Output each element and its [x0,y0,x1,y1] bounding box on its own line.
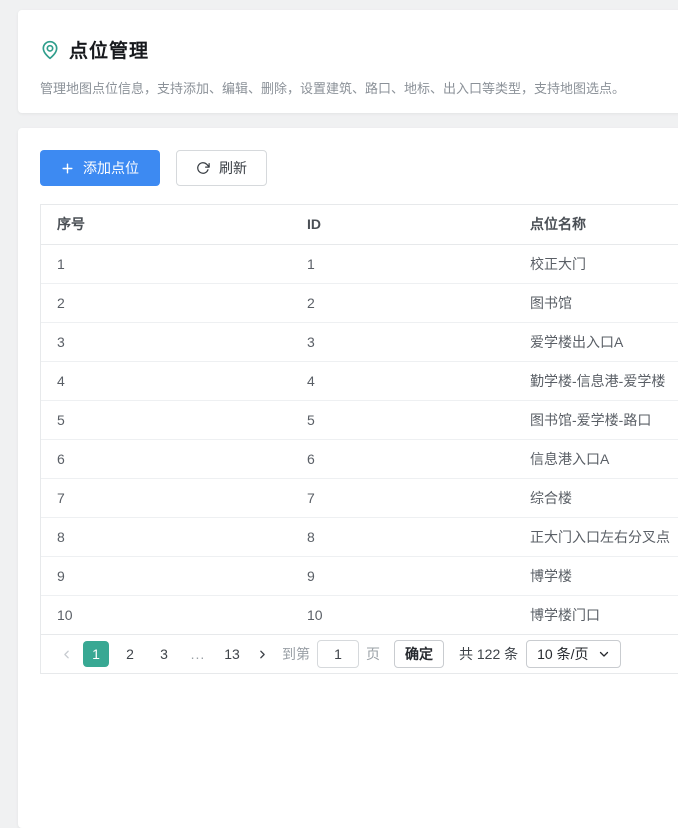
table-row: 3 3 爱学楼出入口A [41,322,678,361]
cell-index: 4 [41,361,291,400]
table-row: 4 4 勤学楼-信息港-爱学楼 [41,361,678,400]
cell-index: 1 [41,244,291,283]
cell-name: 博学楼 [514,556,678,595]
next-page-button[interactable] [249,641,275,667]
toolbar: 添加点位 刷新 [40,150,678,186]
cell-index: 6 [41,439,291,478]
cell-index: 8 [41,517,291,556]
cell-id: 4 [291,361,514,400]
cell-index: 2 [41,283,291,322]
page-subtitle: 管理地图点位信息，支持添加、编辑、删除，设置建筑、路口、地标、出入口等类型，支持… [40,78,678,97]
table-row: 8 8 正大门入口左右分叉点 [41,517,678,556]
content-card: 添加点位 刷新 序号 ID 点位名称 [18,128,678,828]
cell-name: 信息港入口A [514,439,678,478]
cell-name: 图书馆 [514,283,678,322]
table-row: 2 2 图书馆 [41,283,678,322]
title-row: 点位管理 [40,36,678,63]
jump-page-input[interactable] [317,640,359,668]
cell-index: 3 [41,322,291,361]
cell-id: 10 [291,595,514,634]
page-header-card: 点位管理 管理地图点位信息，支持添加、编辑、删除，设置建筑、路口、地标、出入口等… [18,10,678,113]
refresh-label: 刷新 [219,158,247,178]
table-row: 10 10 博学楼门口 [41,595,678,634]
chevron-down-icon [598,648,610,660]
page-button[interactable]: 1 [83,641,109,667]
column-header-index: 序号 [41,205,291,244]
page-button[interactable]: 13 [219,641,245,667]
page-button[interactable]: 2 [117,641,143,667]
cell-name: 图书馆-爱学楼-路口 [514,400,678,439]
total-count-label: 共 122 条 [459,644,518,664]
plus-icon [61,162,74,175]
add-point-button[interactable]: 添加点位 [40,150,160,186]
table-row: 9 9 博学楼 [41,556,678,595]
cell-name: 博学楼门口 [514,595,678,634]
cell-name: 爱学楼出入口A [514,322,678,361]
refresh-icon [196,161,210,175]
points-table: 序号 ID 点位名称 1 1 校正大门 2 2 图书馆 [40,204,678,674]
add-point-label: 添加点位 [83,158,139,178]
table-row: 1 1 校正大门 [41,244,678,283]
chevron-right-icon [256,648,269,661]
cell-index: 10 [41,595,291,634]
table-row: 5 5 图书馆-爱学楼-路口 [41,400,678,439]
jump-suffix-label: 页 [366,644,380,664]
page-ellipsis: ... [185,641,211,667]
page-button[interactable]: 3 [151,641,177,667]
pagination: 123... 13 到第 页 确定 共 122 条 10 条/页 [41,634,678,673]
cell-index: 7 [41,478,291,517]
prev-page-button[interactable] [53,641,79,667]
cell-name: 校正大门 [514,244,678,283]
page-size-value: 10 条/页 [537,644,588,664]
map-pin-icon [40,40,60,60]
chevron-left-icon [60,648,73,661]
table-row: 7 7 综合楼 [41,478,678,517]
cell-id: 8 [291,517,514,556]
cell-id: 7 [291,478,514,517]
page-size-select[interactable]: 10 条/页 [526,640,620,668]
confirm-button[interactable]: 确定 [394,640,444,668]
cell-id: 5 [291,400,514,439]
cell-index: 9 [41,556,291,595]
cell-id: 1 [291,244,514,283]
cell-id: 2 [291,283,514,322]
table-row: 6 6 信息港入口A [41,439,678,478]
refresh-button[interactable]: 刷新 [176,150,267,186]
page-title: 点位管理 [69,36,149,63]
cell-id: 6 [291,439,514,478]
cell-id: 3 [291,322,514,361]
table-header-row: 序号 ID 点位名称 [41,205,678,244]
cell-id: 9 [291,556,514,595]
cell-name: 正大门入口左右分叉点 [514,517,678,556]
cell-name: 综合楼 [514,478,678,517]
column-header-name: 点位名称 [514,205,678,244]
cell-name: 勤学楼-信息港-爱学楼 [514,361,678,400]
cell-index: 5 [41,400,291,439]
jump-prefix-label: 到第 [282,644,310,664]
column-header-id: ID [291,205,514,244]
